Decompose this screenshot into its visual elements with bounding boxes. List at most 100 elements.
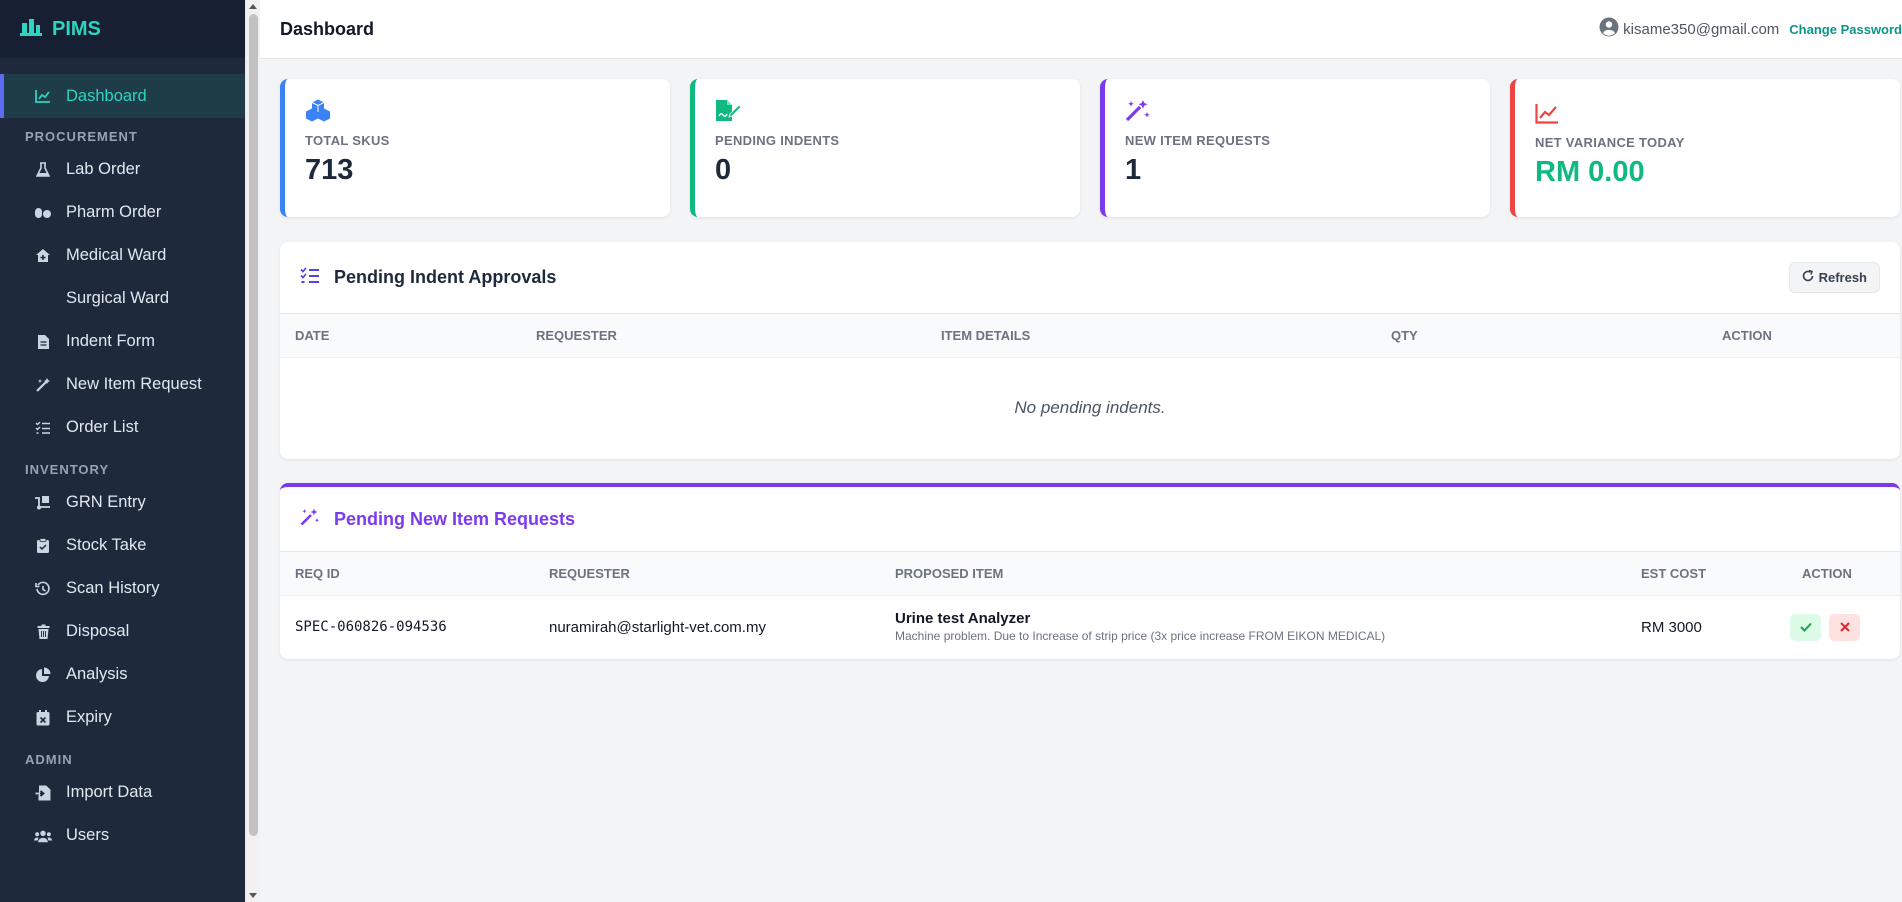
history-icon [34,580,52,598]
change-password-link[interactable]: Change Password [1789,22,1902,37]
table-header: DATE REQUESTER ITEM DETAILS QTY ACTION [280,314,1900,358]
sidebar-item-lab-order[interactable]: Lab Order [0,148,245,191]
sidebar-item-label: Stock Take [66,536,147,554]
sidebar-item-label: New Item Request [66,375,202,393]
sidebar-scrollbar[interactable] [245,0,260,902]
brand-name: PIMS [52,17,101,40]
stat-card-pending-indents: PENDING INDENTS 0 [690,79,1080,217]
sidebar-item-label: Indent Form [66,332,155,350]
col-est-cost: EST COST [1641,566,1707,581]
sidebar-item-users[interactable]: Users [0,814,245,857]
section-label-admin: ADMIN [25,752,73,767]
sidebar-item-expiry[interactable]: Expiry [0,696,245,739]
user-circle-icon [1599,17,1619,41]
sidebar-item-stock-take[interactable]: Stock Take [0,524,245,567]
stat-label: TOTAL SKUS [305,133,390,148]
magic-wand-icon [300,508,320,531]
stat-label: NEW ITEM REQUESTS [1125,133,1271,148]
sidebar-item-new-item-request[interactable]: New Item Request [0,363,245,406]
sidebar-item-indent-form[interactable]: Indent Form [0,320,245,363]
stat-card-net-variance: NET VARIANCE TODAY RM 0.00 [1510,79,1900,217]
panel-title: Pending New Item Requests [334,508,576,529]
stat-value: 0 [715,154,732,186]
sidebar-item-pharm-order[interactable]: Pharm Order [0,191,245,234]
sidebar-item-label: GRN Entry [66,493,146,511]
col-qty: QTY [1391,328,1418,343]
check-icon [1799,620,1812,635]
sidebar-item-label: Pharm Order [66,203,162,221]
sidebar: PIMS Dashboard PROCUREMENT Lab Order Pha… [0,0,245,902]
col-action: ACTION [1722,328,1772,343]
col-action: ACTION [1802,566,1852,581]
empty-state-text: No pending indents. [1014,398,1166,417]
col-req-id: REQ ID [295,566,340,581]
sidebar-item-label: Order List [66,418,139,436]
user-email: kisame350@gmail.com [1623,20,1780,38]
page-title: Dashboard [280,18,375,39]
sidebar-item-analysis[interactable]: Analysis [0,653,245,696]
users-icon [34,827,52,845]
truck-ramp-icon [34,494,52,512]
flask-icon [34,161,52,179]
proposed-item-description: Machine problem. Due to Increase of stri… [895,629,1386,643]
sidebar-item-label: Import Data [66,783,153,801]
sidebar-item-import-data[interactable]: Import Data [0,771,245,814]
top-header: Dashboard kisame350@gmail.com Change Pas… [260,0,1902,59]
sidebar-item-disposal[interactable]: Disposal [0,610,245,653]
line-chart-icon [1535,103,1559,129]
magic-wand-icon [34,376,52,394]
sidebar-item-medical-ward[interactable]: Medical Ward [0,234,245,277]
panel-title: Pending Indent Approvals [334,267,557,287]
close-icon [1839,620,1850,635]
brand[interactable]: PIMS [0,0,245,58]
scroll-down-arrow-icon[interactable] [249,893,257,898]
table-row: SPEC-060826-094536 nuramirah@starlight-v… [280,596,1900,659]
col-requester: REQUESTER [536,328,617,343]
sidebar-item-label: Surgical Ward [66,289,170,307]
section-label-inventory: INVENTORY [25,462,110,477]
table-header: REQ ID REQUESTER PROPOSED ITEM EST COST … [280,552,1900,596]
clipboard-check-icon [34,537,52,555]
refresh-button[interactable]: Refresh [1788,262,1880,293]
sidebar-item-scan-history[interactable]: Scan History [0,567,245,610]
house-medical-icon [34,247,52,265]
pending-new-item-requests-panel: Pending New Item Requests REQ ID REQUEST… [280,483,1900,659]
sidebar-item-label: Analysis [66,665,128,683]
sidebar-item-label: Disposal [66,622,130,640]
sidebar-item-label: Expiry [66,708,112,726]
sidebar-item-order-list[interactable]: Order List [0,406,245,449]
sidebar-item-dashboard[interactable]: Dashboard [0,74,245,118]
approve-button[interactable] [1790,614,1821,641]
stat-value: RM 0.00 [1535,156,1645,188]
sidebar-item-surgical-ward[interactable]: Surgical Ward [0,277,245,320]
col-requester: REQUESTER [549,566,630,581]
hospital-logo-icon [20,17,42,42]
col-proposed-item: PROPOSED ITEM [895,566,1004,581]
calendar-x-icon [34,709,52,727]
sidebar-item-label: Medical Ward [66,246,167,264]
user-info: kisame350@gmail.com [1599,17,1779,41]
est-cost: RM 3000 [1641,619,1702,636]
scroll-thumb[interactable] [249,14,258,836]
list-check-icon [300,266,320,289]
chart-line-icon [34,87,52,105]
section-label-procurement: PROCUREMENT [25,129,138,144]
reject-button[interactable] [1829,614,1860,641]
stat-value: 1 [1125,154,1142,186]
file-signature-icon [715,100,742,126]
refresh-label: Refresh [1818,270,1867,285]
scroll-up-arrow-icon[interactable] [249,4,257,9]
sidebar-item-label: Lab Order [66,160,141,178]
sidebar-item-grn-entry[interactable]: GRN Entry [0,481,245,524]
cubes-icon [305,99,331,126]
file-import-icon [34,784,52,802]
trash-icon [34,623,52,641]
col-item-details: ITEM DETAILS [941,328,1031,343]
stat-label: NET VARIANCE TODAY [1535,135,1685,150]
pending-indent-approvals-panel: Pending Indent Approvals Refresh DATE RE… [280,242,1900,459]
sidebar-item-label: Users [66,826,110,844]
stat-card-new-item-requests: NEW ITEM REQUESTS 1 [1100,79,1490,217]
stat-card-total-skus: TOTAL SKUS 713 [280,79,670,217]
magic-wand-icon [1125,100,1151,126]
req-id: SPEC-060826-094536 [295,619,447,635]
